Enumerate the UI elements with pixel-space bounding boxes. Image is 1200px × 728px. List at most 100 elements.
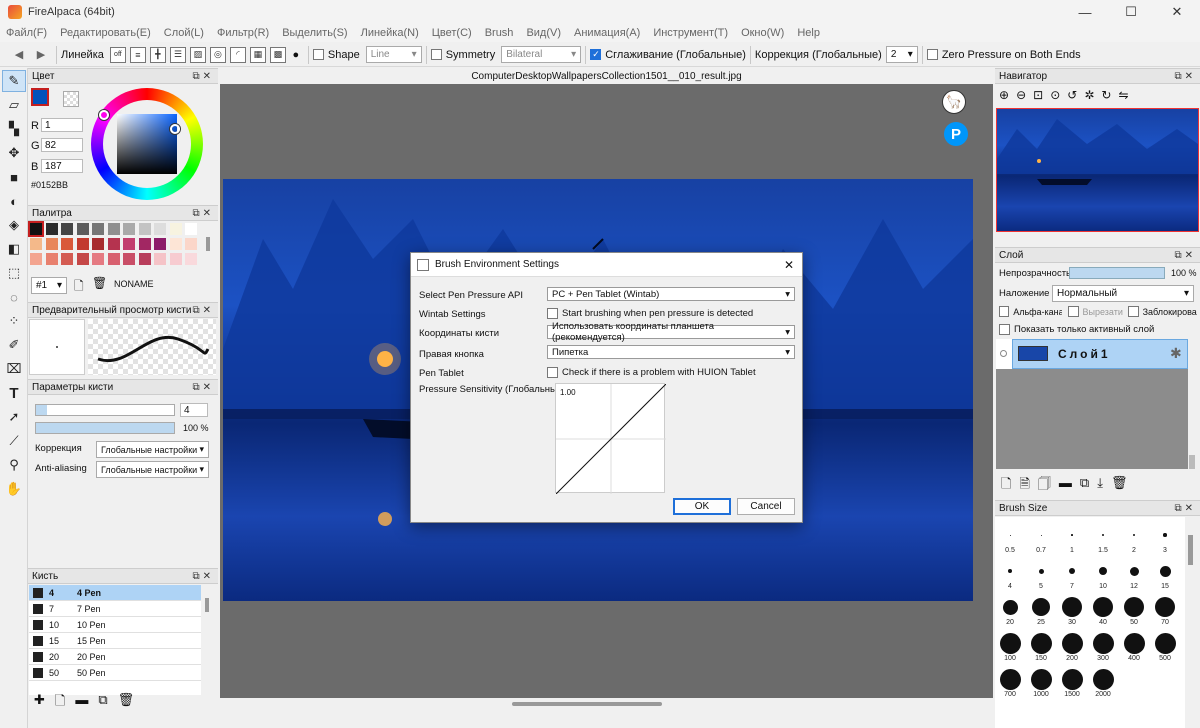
delete-brush-icon[interactable]: 🗑 (118, 692, 135, 714)
brush-size-dot[interactable] (1030, 632, 1052, 654)
navigator-thumbnail[interactable] (996, 108, 1199, 232)
palette-swatch[interactable] (107, 238, 120, 250)
layer-folder-icon[interactable]: ▬ (1059, 475, 1072, 497)
select-pen-icon[interactable]: ✐ (2, 334, 26, 356)
palette-swatch[interactable] (123, 223, 135, 235)
menu-select[interactable]: Выделить(S) (282, 27, 347, 39)
brush-correction-select[interactable]: Глобальные настройки ▾ (96, 441, 209, 458)
palette-swatch[interactable] (76, 253, 89, 265)
bucket-tool-icon[interactable]: ◈ (2, 214, 26, 236)
zero-pressure-checkbox[interactable] (926, 49, 938, 60)
brush-size-dot[interactable] (1159, 565, 1171, 577)
actual-size-icon[interactable]: ⊙ (1050, 88, 1060, 102)
symmetry-checkbox[interactable] (430, 49, 442, 60)
brush-size-dot[interactable] (1069, 568, 1075, 574)
fill-rect-tool-icon[interactable]: ■ (2, 166, 26, 188)
palette-swatch[interactable] (61, 223, 73, 235)
brush-size-slider[interactable] (35, 404, 175, 416)
palette-swatch[interactable] (185, 253, 197, 265)
shape-checkbox[interactable] (312, 49, 324, 60)
concentric-ruler-icon[interactable]: ◎ (209, 46, 226, 63)
layer-opacity-slider[interactable] (1069, 267, 1165, 279)
menu-file[interactable]: Файл(F) (6, 27, 47, 39)
palette-swatch[interactable] (123, 253, 135, 265)
palette-index-select[interactable]: #1 ▾ (31, 277, 67, 294)
merge-down-icon[interactable]: ⤓ (1097, 475, 1103, 497)
palette-swatch[interactable] (45, 223, 58, 235)
dialog-close-button[interactable]: ✕ (784, 258, 794, 272)
wintab-checkbox[interactable] (547, 308, 558, 319)
palette-swatch[interactable] (92, 238, 104, 250)
layer-scrollbar[interactable] (1189, 455, 1195, 469)
operation-tool-icon[interactable]: ➚ (2, 406, 26, 428)
cross-ruler-icon[interactable]: ╋ (149, 46, 166, 63)
parallel-ruler-icon[interactable]: ≡ (129, 46, 146, 63)
palette-swatch[interactable] (154, 238, 166, 250)
brush-size-dot[interactable] (1102, 534, 1104, 536)
menu-view[interactable]: Вид(V) (526, 27, 561, 39)
dot-tool-icon[interactable]: ▚ (2, 118, 26, 140)
sv-cursor[interactable] (170, 124, 180, 134)
menu-color[interactable]: Цвет(C) (432, 27, 472, 39)
move-tool-icon[interactable]: ✥ (2, 142, 26, 164)
close-window-button[interactable]: ✕ (1154, 0, 1200, 24)
clipping-checkbox[interactable] (1068, 306, 1079, 317)
palette-swatch[interactable] (76, 238, 89, 250)
text-tool-icon[interactable]: T (2, 382, 26, 404)
brush-size-scrollbar[interactable] (1188, 535, 1193, 565)
palette-swatch[interactable] (92, 253, 104, 265)
palette-swatch[interactable] (154, 253, 166, 265)
undo-icon[interactable]: ◀ (8, 46, 30, 64)
ruler-off-button[interactable]: off (109, 46, 126, 63)
grid-ruler-icon[interactable]: ▩ (269, 46, 286, 63)
minimize-button[interactable]: — (1062, 0, 1108, 24)
menu-animation[interactable]: Анимация(A) (574, 27, 640, 39)
document-tab[interactable]: ComputerDesktopWallpapersCollection1501_… (220, 68, 993, 84)
gradient-fill-icon[interactable]: ◧ (2, 238, 26, 260)
blend-mode-select[interactable]: Нормальный ▾ (1052, 285, 1194, 302)
ok-button[interactable]: OK (673, 498, 731, 515)
brush-size-dot[interactable] (999, 632, 1021, 654)
curve-ruler-icon[interactable]: ◜ (229, 46, 246, 63)
anti-aliasing-select[interactable]: Глобальные настройки ▾ (96, 461, 209, 478)
select-tool-icon[interactable]: ⬚ (2, 262, 26, 284)
lasso-tool-icon[interactable]: ◌ (2, 286, 26, 308)
correction-select[interactable]: 2 ▾ (885, 46, 918, 63)
brush-item[interactable]: 10 10 Pen (29, 617, 201, 633)
g-field[interactable]: 82 (41, 138, 83, 152)
menu-brush[interactable]: Brush (485, 27, 514, 39)
palette-swatch[interactable] (30, 238, 42, 250)
zoom-out-icon[interactable]: ⊖ (1016, 88, 1026, 102)
maximize-button[interactable]: ☐ (1108, 0, 1154, 24)
brush-size-dot[interactable] (1123, 632, 1145, 654)
brush-size-dot[interactable] (1061, 632, 1083, 654)
brush-list-scrollbar[interactable] (205, 598, 209, 612)
shape-select[interactable]: Line ▾ (365, 46, 422, 63)
pen-tablet-checkbox[interactable] (547, 367, 558, 378)
delete-layer-icon[interactable]: 🗑 (1111, 475, 1128, 497)
brush-size-dot[interactable] (1030, 668, 1052, 690)
brush-size-dot[interactable] (1040, 534, 1042, 536)
palette-swatch[interactable] (30, 253, 42, 265)
palette-swatch[interactable] (107, 223, 120, 235)
flip-icon[interactable]: ⇋ (1118, 88, 1128, 102)
brush-size-dot[interactable] (1002, 599, 1018, 615)
menu-filter[interactable]: Фильтр(R) (217, 27, 269, 39)
brush-size-dot[interactable] (999, 668, 1021, 690)
palette-swatch[interactable] (169, 253, 182, 265)
palette-swatch[interactable] (61, 253, 73, 265)
canvas-scrollbar[interactable] (512, 702, 662, 706)
primary-color-swatch[interactable] (31, 88, 49, 106)
add-brush-icon[interactable]: ✚ (34, 692, 45, 714)
palette-swatch[interactable] (45, 238, 58, 250)
brush-size-dot[interactable] (1032, 598, 1050, 616)
brush-size-field[interactable]: 4 (180, 403, 208, 417)
palette-swatch[interactable] (154, 223, 166, 235)
brush-size-dot[interactable] (1008, 569, 1012, 573)
brush-size-dot[interactable] (1038, 568, 1044, 574)
palette-swatches[interactable] (28, 221, 200, 271)
brush-item[interactable]: 15 15 Pen (29, 633, 201, 649)
palette-swatch[interactable] (107, 253, 120, 265)
new-palette-icon[interactable]: 🗋 (74, 277, 84, 298)
brush-size-dot[interactable] (1154, 632, 1176, 654)
